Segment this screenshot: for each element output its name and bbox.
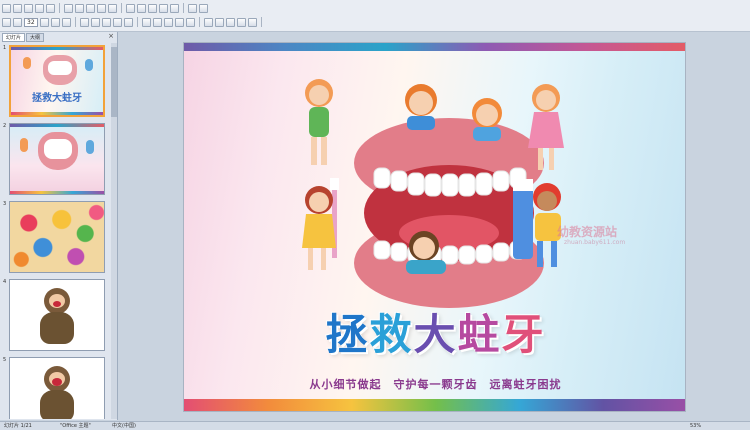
- font-size-field[interactable]: 32: [24, 17, 38, 27]
- shadow-icon[interactable]: [80, 17, 89, 27]
- thumbnail-title-slide[interactable]: 拯救大蛀牙: [9, 45, 105, 117]
- undo-icon[interactable]: [126, 3, 135, 13]
- paste-icon[interactable]: [97, 3, 106, 13]
- slide-number: 4: [3, 279, 7, 285]
- title-char: 拯: [325, 310, 370, 359]
- girl-waving-illustration: [472, 98, 502, 141]
- quick-styles-icon[interactable]: [226, 17, 235, 27]
- watermark-url: zhuan.baby611.com: [564, 239, 626, 246]
- slides-pane: 幻灯片 大纲 × 1 拯救大蛀牙 2 3 4 5: [0, 32, 118, 420]
- bold-icon[interactable]: [40, 17, 49, 27]
- italic-icon[interactable]: [51, 17, 60, 27]
- thumbnail-crying-child-slide[interactable]: [9, 357, 105, 419]
- toolbar-separator: [261, 17, 262, 27]
- tab-outline[interactable]: 大纲: [26, 33, 45, 42]
- thumbnail-title-text: 拯救大蛀牙: [32, 93, 82, 104]
- print-icon[interactable]: [35, 3, 44, 13]
- font-color-icon[interactable]: [186, 17, 195, 27]
- thumbnail-mouth-slide[interactable]: [9, 123, 105, 195]
- text-direction-icon[interactable]: [175, 17, 184, 27]
- title-char: 大: [413, 310, 458, 359]
- numbering-icon[interactable]: [142, 17, 151, 27]
- outline-icon[interactable]: [248, 17, 257, 27]
- thumbnail-candy-slide[interactable]: [9, 201, 105, 273]
- outdent-icon[interactable]: [164, 17, 173, 27]
- insert-picture-icon[interactable]: [170, 3, 179, 13]
- align-left-icon[interactable]: [91, 17, 100, 27]
- insert-chart-icon[interactable]: [159, 3, 168, 13]
- font-size-down-icon[interactable]: [13, 17, 22, 27]
- insert-table-icon[interactable]: [148, 3, 157, 13]
- cut-icon[interactable]: [75, 3, 84, 13]
- format-painter-icon[interactable]: [108, 3, 117, 13]
- toolbar-separator: [183, 3, 184, 13]
- top-color-strip: [184, 43, 685, 51]
- slide-canvas[interactable]: 幼教资源站 zhuan.baby611.com 拯救大蛀牙 从小细节做起 守护每…: [183, 42, 686, 412]
- girl-standing-illustration: [528, 84, 564, 170]
- toolbar-separator: [59, 3, 60, 13]
- preview-icon[interactable]: [46, 3, 55, 13]
- toolbar-separator: [199, 17, 200, 27]
- slide-thumbnails: 1 拯救大蛀牙 2 3 4 5: [0, 43, 110, 419]
- copy-icon[interactable]: [86, 3, 95, 13]
- hyperlink-icon[interactable]: [188, 3, 197, 13]
- center-icon[interactable]: [102, 17, 111, 27]
- shapes-icon[interactable]: [204, 17, 213, 27]
- title-char: 牙: [501, 310, 546, 359]
- redo-icon[interactable]: [137, 3, 146, 13]
- new-icon[interactable]: [2, 3, 11, 13]
- pane-tabs: 幻灯片 大纲: [2, 33, 45, 42]
- slide-number: 3: [3, 201, 7, 207]
- slide-subtitle[interactable]: 从小细节做起 守护每一颗牙齿 远离蛀牙困扰: [184, 376, 685, 392]
- tab-slides[interactable]: 幻灯片: [2, 33, 26, 42]
- toolbar-separator: [137, 17, 138, 27]
- fill-icon[interactable]: [237, 17, 246, 27]
- toolbar-row-formatting: 32: [0, 15, 264, 29]
- indent-icon[interactable]: [153, 17, 162, 27]
- zoom-icon[interactable]: [199, 3, 208, 13]
- girl-pointing-illustration: [305, 79, 333, 165]
- slide-title[interactable]: 拯救大蛀牙: [184, 301, 685, 362]
- bullets-icon[interactable]: [124, 17, 133, 27]
- arrange-icon[interactable]: [215, 17, 224, 27]
- toolbar: 32: [0, 0, 750, 32]
- thumbnails-scrollbar[interactable]: [111, 43, 117, 419]
- slide-number: 5: [3, 357, 7, 363]
- slide-number: 1: [3, 45, 7, 51]
- toolbar-separator: [75, 17, 76, 27]
- watermark-text: 幼教资源站: [557, 225, 618, 239]
- boy-peeking-illustration: [405, 84, 437, 130]
- align-right-icon[interactable]: [113, 17, 122, 27]
- title-char: 救: [369, 310, 414, 359]
- bottom-color-strip: [184, 399, 685, 411]
- toolbar-separator: [121, 3, 122, 13]
- slide-number: 2: [3, 123, 7, 129]
- save-icon[interactable]: [24, 3, 33, 13]
- boy-lying-illustration: [406, 231, 446, 274]
- thumbnail-crying-child-slide[interactable]: [9, 279, 105, 351]
- open-icon[interactable]: [13, 3, 22, 13]
- girl-with-toothbrush-illustration: [302, 178, 339, 270]
- title-char: 蛀: [457, 310, 502, 359]
- toolbar-row-standard: [0, 1, 208, 15]
- close-icon[interactable]: ×: [108, 32, 114, 40]
- scrollbar-thumb[interactable]: [111, 47, 117, 117]
- font-size-up-icon[interactable]: [2, 17, 11, 27]
- underline-icon[interactable]: [62, 17, 71, 27]
- spell-icon[interactable]: [64, 3, 73, 13]
